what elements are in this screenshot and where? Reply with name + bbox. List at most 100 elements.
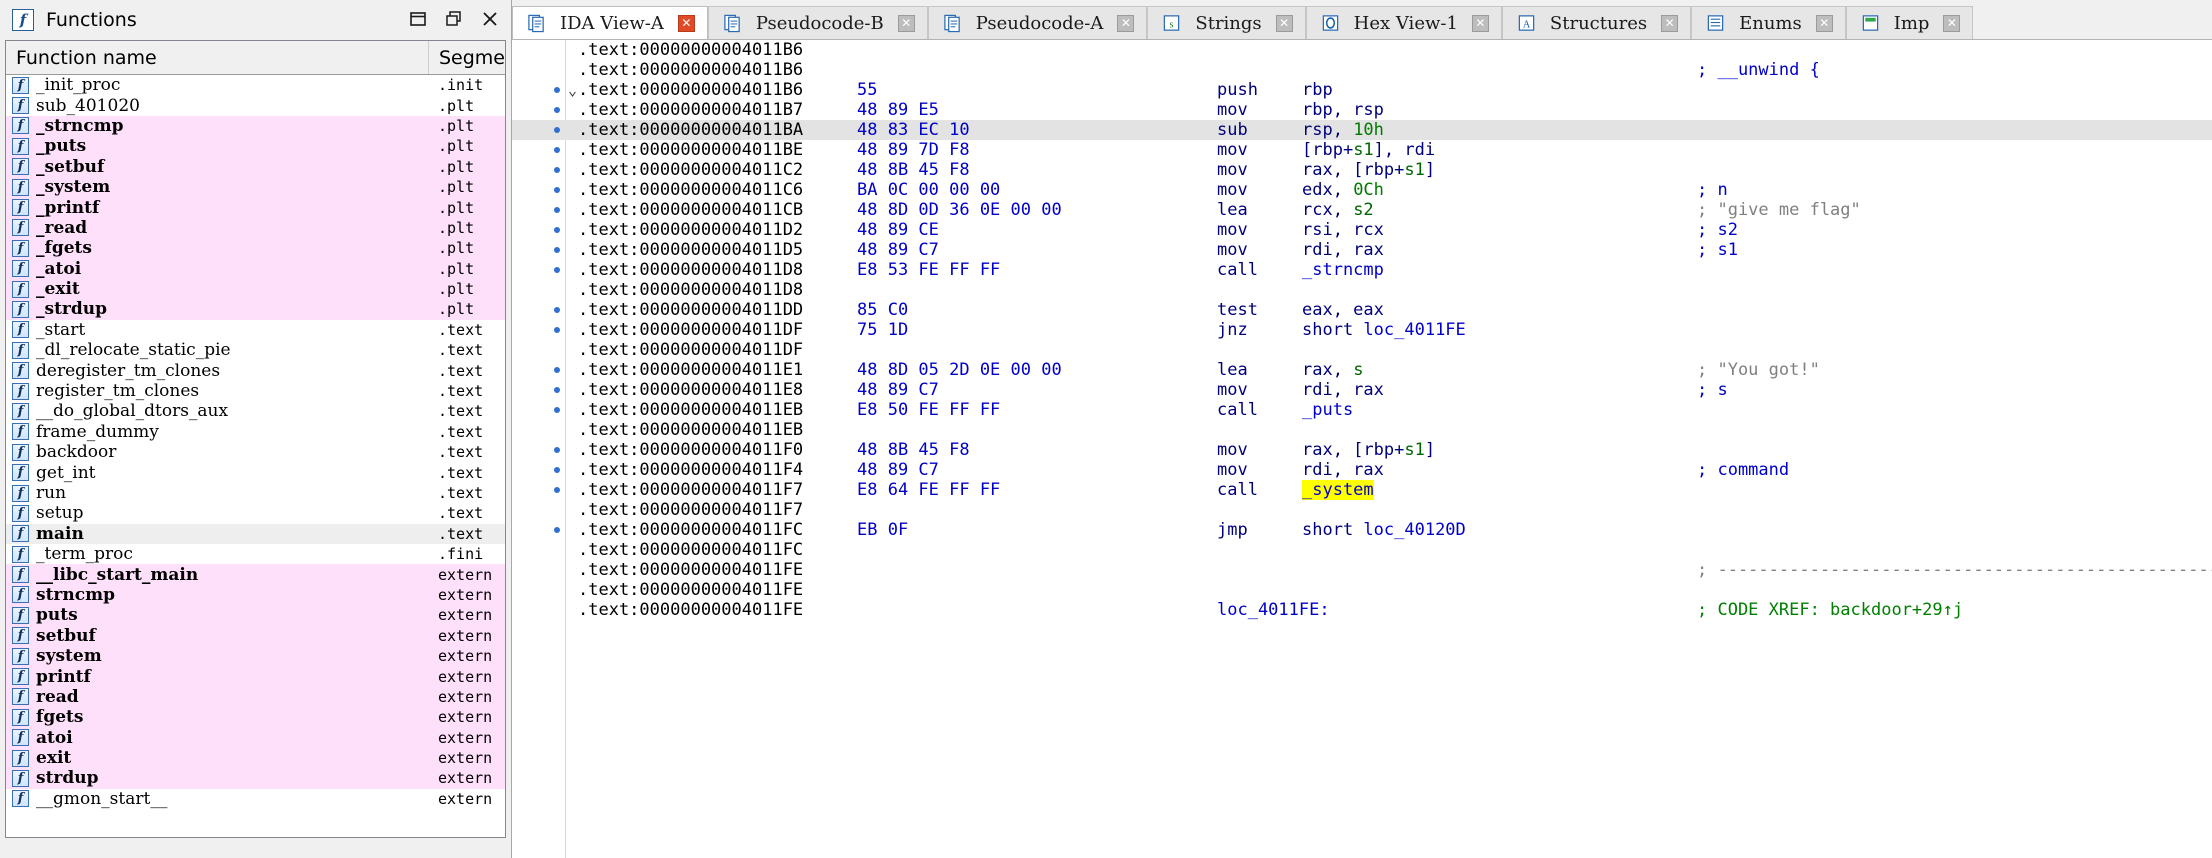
function-list-row[interactable]: f _init_proc .init bbox=[6, 75, 505, 95]
close-icon[interactable]: ✕ bbox=[897, 14, 915, 32]
tab-structures[interactable]: A Structures ✕ bbox=[1501, 6, 1692, 39]
function-list-row[interactable]: f _fgets .plt bbox=[6, 238, 505, 259]
instruction-operands[interactable]: rdi, rax bbox=[1302, 380, 1384, 400]
instruction-operands[interactable]: rdi, rax bbox=[1302, 460, 1384, 480]
disassembly-line[interactable]: .text:00000000004011F7 E8 64 FE FF FF call… bbox=[512, 480, 2212, 500]
function-list-row[interactable]: f _term_proc .fini bbox=[6, 544, 505, 564]
close-button[interactable] bbox=[479, 8, 501, 30]
disassembly-line[interactable]: .text:00000000004011FC EB 0F jmp short loc_… bbox=[512, 520, 2212, 540]
tab-enums[interactable]: Enums ✕ bbox=[1691, 6, 1846, 39]
function-list-row[interactable]: f get_int .text bbox=[6, 462, 505, 483]
function-list-row[interactable]: f _start .text bbox=[6, 320, 505, 340]
function-list-row[interactable]: f _setbuf .plt bbox=[6, 156, 505, 177]
function-list-row[interactable]: f system extern bbox=[6, 645, 505, 667]
breakpoint-dot-icon[interactable] bbox=[554, 187, 560, 193]
instruction-operands[interactable]: [rbp+s1], rdi bbox=[1302, 140, 1435, 160]
disassembly-line[interactable]: .text:00000000004011DF 75 1D jnz short loc_… bbox=[512, 320, 2212, 340]
breakpoint-dot-icon[interactable] bbox=[554, 407, 560, 413]
function-list-row[interactable]: f main .text bbox=[6, 523, 505, 544]
instruction-operands[interactable]: rdi, rax bbox=[1302, 240, 1384, 260]
instruction-operands[interactable]: rax, s bbox=[1302, 360, 1363, 380]
disassembly-line[interactable]: .text:00000000004011B6 bbox=[512, 40, 2212, 60]
disassembly-line[interactable]: .text:00000000004011FE ; ----------------… bbox=[512, 560, 2212, 580]
function-list-row[interactable]: f puts extern bbox=[6, 605, 505, 626]
disassembly-line[interactable]: .text:00000000004011E8 48 89 C7 mov rdi, ra… bbox=[512, 380, 2212, 400]
disassembly-line[interactable]: .text:00000000004011BA 48 83 EC 10 sub rsp,… bbox=[512, 120, 2212, 140]
disassembly-line[interactable]: .text:00000000004011E1 48 8D 05 2D 0E 00 … bbox=[512, 360, 2212, 380]
breakpoint-dot-icon[interactable] bbox=[554, 207, 560, 213]
disassembly-line[interactable]: .text:00000000004011CB 48 8D 0D 36 0E 00 … bbox=[512, 200, 2212, 220]
breakpoint-dot-icon[interactable] bbox=[554, 107, 560, 113]
breakpoint-dot-icon[interactable] bbox=[554, 527, 560, 533]
instruction-operands[interactable]: eax, eax bbox=[1302, 300, 1384, 320]
close-icon[interactable]: ✕ bbox=[677, 14, 695, 32]
restore-button[interactable] bbox=[407, 8, 429, 30]
function-list-row[interactable]: f _puts .plt bbox=[6, 136, 505, 157]
instruction-operands[interactable]: rax, [rbp+s1] bbox=[1302, 160, 1435, 180]
function-list-row[interactable]: f backdoor .text bbox=[6, 442, 505, 462]
disassembly-line[interactable]: .text:00000000004011B6 ; __unwind { bbox=[512, 60, 2212, 80]
instruction-operands[interactable]: rbp bbox=[1302, 80, 1333, 100]
instruction-operands[interactable]: rbp, rsp bbox=[1302, 100, 1384, 120]
function-list-row[interactable]: f setbuf extern bbox=[6, 625, 505, 646]
disassembly-line[interactable]: .text:00000000004011C2 48 8B 45 F8 mov rax,… bbox=[512, 160, 2212, 180]
function-list-row[interactable]: f run .text bbox=[6, 483, 505, 503]
close-icon[interactable]: ✕ bbox=[1943, 14, 1961, 32]
disassembly-line[interactable]: .text:00000000004011F4 48 89 C7 mov rdi, ra… bbox=[512, 460, 2212, 480]
breakpoint-dot-icon[interactable] bbox=[554, 327, 560, 333]
instruction-operands[interactable]: edx, 0Ch bbox=[1302, 180, 1384, 200]
disassembly-line[interactable]: .text:00000000004011D5 48 89 C7 mov rdi, ra… bbox=[512, 240, 2212, 260]
breakpoint-dot-icon[interactable] bbox=[554, 267, 560, 273]
function-list-row[interactable]: f _printf .plt bbox=[6, 197, 505, 218]
disassembly-line[interactable]: .text:00000000004011B7 48 89 E5 mov rbp, rs… bbox=[512, 100, 2212, 120]
function-list-row[interactable]: f __libc_start_main extern bbox=[6, 564, 505, 585]
function-list-row[interactable]: f _system .plt bbox=[6, 176, 505, 198]
function-list-row[interactable]: f _read .plt bbox=[6, 217, 505, 239]
disassembly-line[interactable]: .text:00000000004011FE loc_4011FE: ; CODE … bbox=[512, 600, 2212, 620]
function-list-row[interactable]: f setup .text bbox=[6, 503, 505, 523]
function-list-row[interactable]: f strncmp extern bbox=[6, 584, 505, 606]
instruction-operands[interactable]: _strncmp bbox=[1302, 260, 1384, 280]
instruction-operands[interactable]: _puts bbox=[1302, 400, 1353, 420]
function-list-row[interactable]: f deregister_tm_clones .text bbox=[6, 360, 505, 381]
breakpoint-dot-icon[interactable] bbox=[554, 487, 560, 493]
close-icon[interactable]: ✕ bbox=[1275, 14, 1293, 32]
breakpoint-dot-icon[interactable] bbox=[554, 247, 560, 253]
disassembly-line[interactable]: .text:00000000004011D8 bbox=[512, 280, 2212, 300]
breakpoint-dot-icon[interactable] bbox=[554, 467, 560, 473]
function-list-row[interactable]: f register_tm_clones .text bbox=[6, 381, 505, 401]
instruction-operands[interactable]: rsi, rcx bbox=[1302, 220, 1384, 240]
instruction-operands[interactable]: short loc_4011FE bbox=[1302, 320, 1466, 340]
function-list-row[interactable]: f _atoi .plt bbox=[6, 258, 505, 279]
column-header-segment[interactable]: Segme bbox=[429, 41, 505, 74]
function-list-row[interactable]: f frame_dummy .text bbox=[6, 422, 505, 442]
disassembly-line[interactable]: .text:00000000004011D8 E8 53 FE FF FF call… bbox=[512, 260, 2212, 280]
disassembly-listing[interactable]: .text:00000000004011B6 .text:000000000040… bbox=[512, 40, 2212, 858]
column-header-function-name[interactable]: Function name bbox=[6, 41, 429, 74]
breakpoint-dot-icon[interactable] bbox=[554, 227, 560, 233]
function-list-row[interactable]: f atoi extern bbox=[6, 727, 505, 748]
breakpoint-dot-icon[interactable] bbox=[554, 367, 560, 373]
instruction-operands[interactable]: rcx, s2 bbox=[1302, 200, 1374, 220]
function-list-row[interactable]: f fgets extern bbox=[6, 707, 505, 728]
function-list-row[interactable]: f exit extern bbox=[6, 747, 505, 769]
disassembly-line[interactable]: .text:00000000004011F7 bbox=[512, 500, 2212, 520]
function-list-row[interactable]: f strdup extern bbox=[6, 768, 505, 789]
function-list-row[interactable]: f printf extern bbox=[6, 666, 505, 687]
instruction-operands[interactable]: _system bbox=[1302, 480, 1374, 500]
function-list-row[interactable]: f _exit .plt bbox=[6, 278, 505, 300]
function-list-row[interactable]: f __gmon_start__ extern bbox=[6, 789, 505, 809]
breakpoint-dot-icon[interactable] bbox=[554, 307, 560, 313]
tab-imp[interactable]: Imp ✕ bbox=[1845, 6, 1974, 39]
chevron-down-icon[interactable]: ⌄ bbox=[568, 80, 577, 100]
disassembly-line[interactable]: .text:00000000004011EB bbox=[512, 420, 2212, 440]
breakpoint-dot-icon[interactable] bbox=[554, 127, 560, 133]
breakpoint-dot-icon[interactable] bbox=[554, 87, 560, 93]
disassembly-line[interactable]: .text:00000000004011FE bbox=[512, 580, 2212, 600]
breakpoint-dot-icon[interactable] bbox=[554, 447, 560, 453]
close-icon[interactable]: ✕ bbox=[1815, 14, 1833, 32]
function-list-row[interactable]: f _strdup .plt bbox=[6, 299, 505, 320]
function-list-row[interactable]: f sub_401020 .plt bbox=[6, 95, 505, 116]
function-list-row[interactable]: f __do_global_dtors_aux .text bbox=[6, 401, 505, 421]
function-list-row[interactable]: f read extern bbox=[6, 686, 505, 708]
